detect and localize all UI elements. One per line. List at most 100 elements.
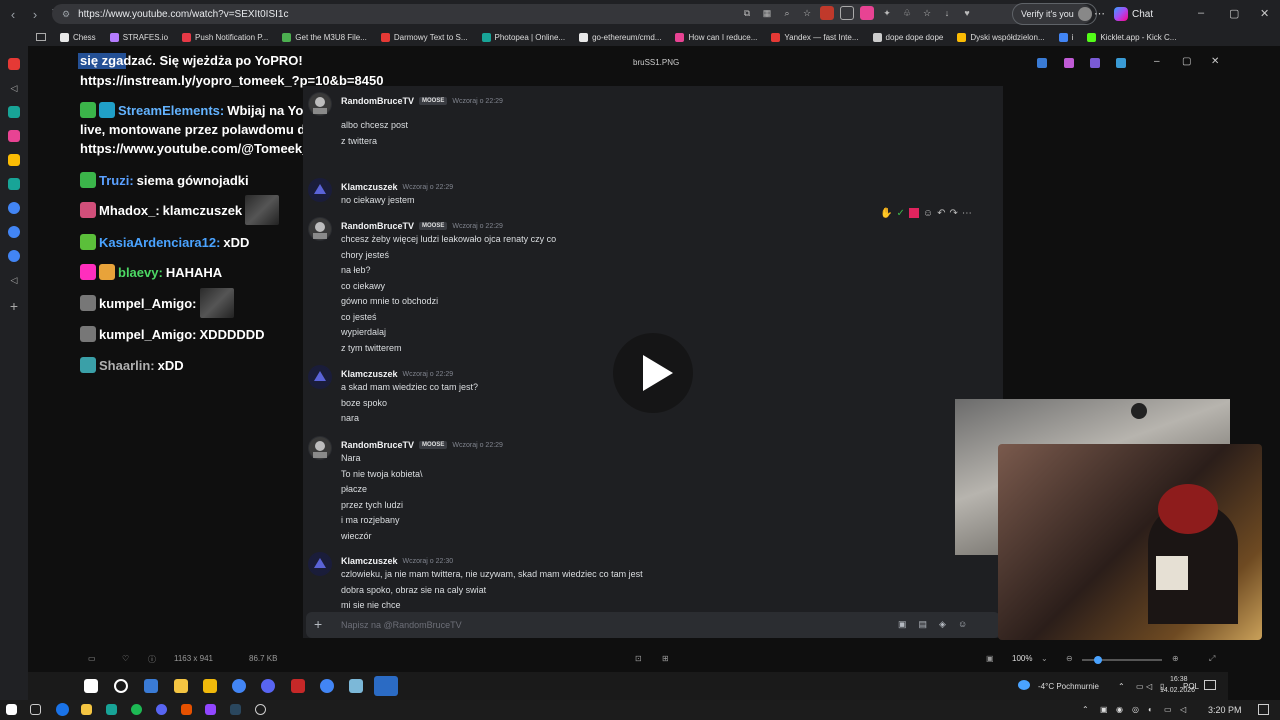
drive-sidebar-icon[interactable] [8,154,20,166]
download-icon[interactable]: ↓ [940,6,954,20]
message-author[interactable]: Klamczuszek [341,556,398,566]
bookmark-item[interactable]: Kicklet.app - Kick C... [1087,32,1176,42]
extension-box-icon[interactable] [840,6,854,20]
zoom-level[interactable]: 100% [1012,654,1032,663]
add-sidebar-icon[interactable]: + [8,298,20,314]
steam-icon[interactable] [230,704,241,715]
spotify-icon[interactable] [131,704,142,715]
close-window-icon[interactable]: ✕ [1260,7,1269,20]
verify-button[interactable]: Verify it's you [1012,3,1097,25]
viewer-minimize-icon[interactable]: – [1154,56,1160,67]
reply-icon[interactable]: ↶ [937,208,945,219]
bookmark-item[interactable]: dope dope dope [872,32,943,42]
bookmark-item[interactable]: Darmowy Text to S... [380,32,468,42]
notification-icon[interactable] [1258,704,1269,715]
google2-sidebar-icon[interactable] [8,226,20,238]
maximize-icon[interactable]: ▢ [1229,7,1239,20]
tray-app3-icon[interactable]: ◎ [1132,705,1139,714]
notification-icon[interactable] [1204,680,1216,690]
bookmark-item[interactable]: STRAFES.io [109,32,168,42]
volume-icon[interactable]: ◁ [1146,682,1152,691]
minimize-icon[interactable]: – [1198,7,1204,19]
tray-app4-icon[interactable]: ◐ [1148,705,1153,714]
zoom-slider-thumb[interactable] [1094,656,1102,664]
copilot-chat-button[interactable]: Chat [1114,4,1153,24]
viewer-cloud-icon[interactable] [1116,58,1126,68]
fit-screen-icon[interactable]: ▣ [986,654,994,663]
search-icon[interactable] [114,679,128,693]
back-icon[interactable]: ‹ [4,5,22,23]
user-avatar[interactable] [308,436,332,460]
gift-icon[interactable]: ▣ [898,619,907,630]
translate-icon[interactable]: ⧉ [740,6,754,20]
settings-icon[interactable]: ♧ [900,6,914,20]
tab-actions-icon[interactable] [36,33,46,41]
network-icon[interactable]: ▭ [1136,682,1144,691]
favorites-icon[interactable]: ☆ [920,6,934,20]
photopea2-sidebar-icon[interactable] [8,178,20,190]
speaker2-icon[interactable]: ◁ [8,274,20,286]
discord-icon[interactable] [156,704,167,715]
settings-icon[interactable] [255,704,266,715]
bookmark-item[interactable]: How can I reduce... [675,32,757,42]
file-explorer-icon[interactable] [174,679,188,693]
bookmark-item[interactable]: Yandex — fast Inte... [771,32,859,42]
clock-date[interactable]: 14.02.2026 [1160,687,1195,694]
fullscreen-icon[interactable]: ⤢ [1209,654,1215,664]
bookmark-star-icon[interactable]: ☆ [800,6,814,20]
google-sidebar-icon[interactable] [8,202,20,214]
user-avatar[interactable] [308,92,332,116]
bookmark-item[interactable]: Get the M3U8 File... [282,32,367,42]
extension-sidebar-icon[interactable] [8,130,20,142]
bookmark-item[interactable]: Photopea | Online... [481,32,565,42]
apps-icon[interactable]: ▦ [760,6,774,20]
zoom-slider[interactable] [1082,656,1162,664]
bookmark-item[interactable]: go-ethereum/cmd... [579,32,661,42]
tray-app2-icon[interactable]: ◉ [1116,705,1123,714]
youtube-sidebar-icon[interactable] [8,58,20,70]
user-avatar[interactable] [308,178,332,202]
file-explorer-icon[interactable] [81,704,92,715]
viewer-ai-icon[interactable] [1064,58,1074,68]
more-icon[interactable]: ⋯ [962,208,972,219]
photopea-sidebar-icon[interactable] [8,106,20,118]
viewer-maximize-icon[interactable]: ▢ [1182,56,1191,67]
viewer-edit-icon[interactable] [1037,58,1047,68]
info-icon[interactable]: ⓘ [148,654,156,665]
gif-icon[interactable]: ▤ [919,619,928,630]
tray-chevron-icon[interactable]: ⌃ [1118,682,1125,691]
volume-icon[interactable]: ◁ [1180,705,1186,714]
windows-start-icon[interactable] [6,704,17,715]
tray-app-icon[interactable]: ▣ [1100,705,1108,714]
tray-chevron-icon[interactable]: ⌃ [1082,705,1089,714]
message-author[interactable]: Klamczuszek [341,182,398,192]
reaction-clap-icon[interactable]: ✋ [880,208,892,219]
attach-plus-icon[interactable]: + [314,616,322,632]
app-light-icon[interactable] [349,679,363,693]
user-avatar[interactable] [308,552,332,576]
message-author[interactable]: RandomBruceTV [341,440,414,450]
user-avatar[interactable] [308,365,332,389]
message-author[interactable]: RandomBruceTV [341,221,414,231]
bookmark-item[interactable]: Push Notification P... [182,32,268,42]
bookmark-item[interactable]: Chess [60,32,96,42]
clock-time[interactable]: 3:20 PM [1208,705,1242,715]
crop-icon[interactable]: ⊡ [635,654,642,663]
reaction-red-icon[interactable] [908,208,919,218]
forward-icon[interactable]: ↷ [949,208,957,219]
add-reaction-icon[interactable]: ☺ [923,208,933,219]
message-author[interactable]: RandomBruceTV [341,96,414,106]
app-orange-icon[interactable] [181,704,192,715]
adjust-icon[interactable]: ⊞ [662,654,669,663]
edge-icon[interactable] [56,703,69,716]
profile-sync-icon[interactable]: ♥ [960,6,974,20]
forward-icon[interactable]: › [26,5,44,23]
favorite-heart-icon[interactable]: ♡ [122,654,129,663]
site-info-icon[interactable]: ⚙ [62,9,70,20]
zoom-dropdown-icon[interactable]: ⌄ [1041,654,1048,663]
message-author[interactable]: Klamczuszek [341,369,398,379]
viewer-share-icon[interactable] [1090,58,1100,68]
chrome-icon[interactable] [232,679,246,693]
play-button[interactable] [613,333,693,413]
zoom-in-icon[interactable]: ⊕ [1172,654,1179,663]
